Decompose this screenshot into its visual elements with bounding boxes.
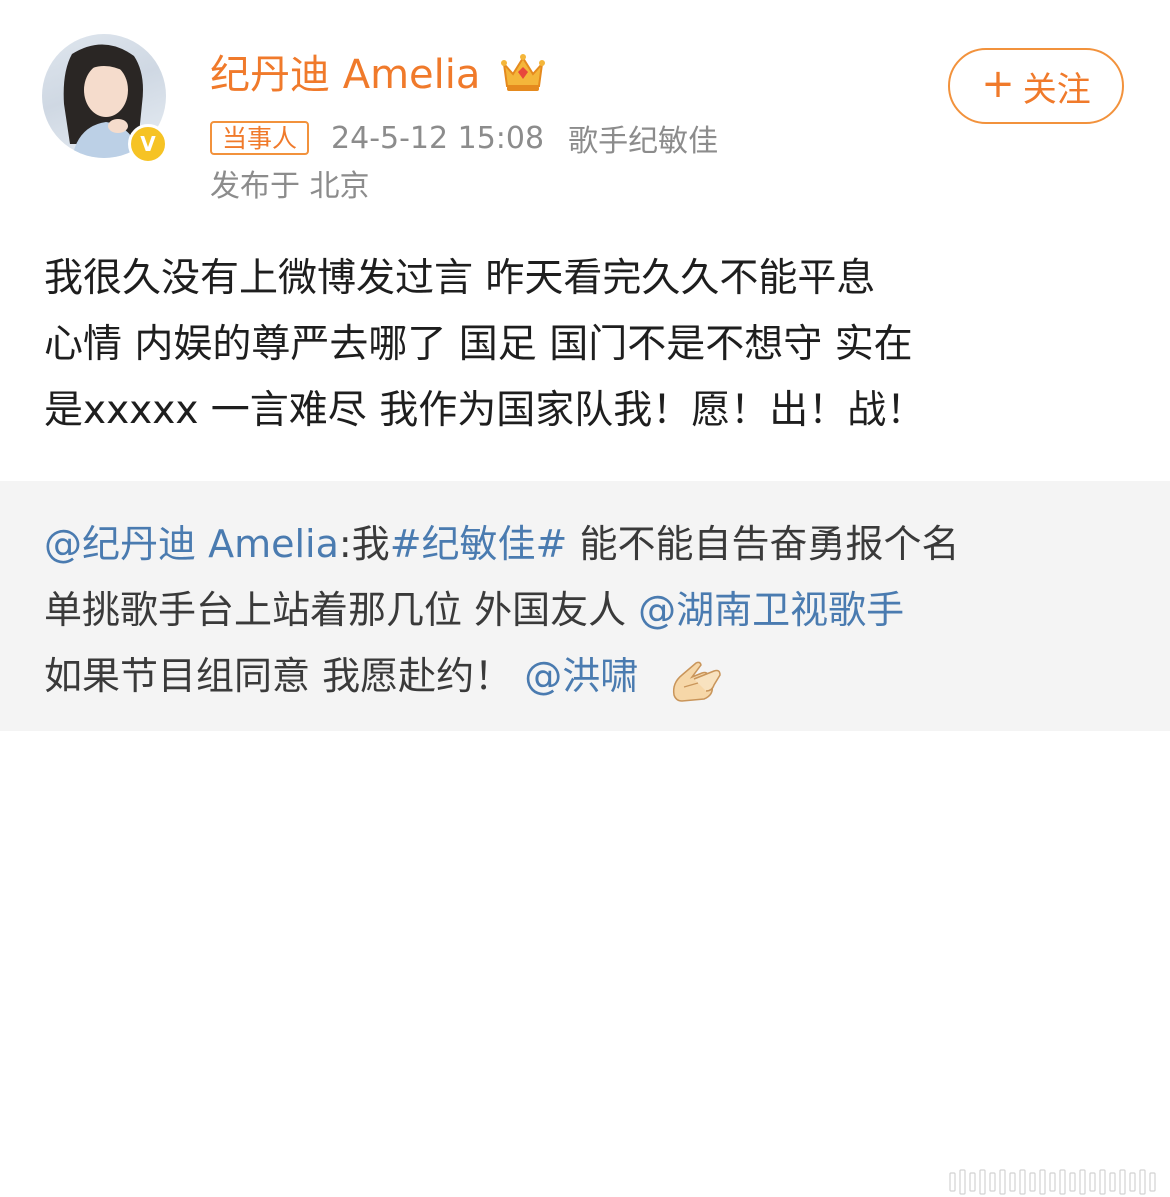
post-timestamp: 24-5-12 15:08 bbox=[331, 120, 545, 156]
post-content-line: 心情 内娱的尊严去哪了 国足 国门不是不想守 实在 bbox=[44, 322, 913, 367]
username[interactable]: 纪丹迪 Amelia bbox=[210, 46, 480, 104]
please-hands-emoji-icon bbox=[673, 661, 722, 702]
verified-v-badge-icon: V bbox=[128, 124, 168, 164]
post-location: 发布于 北京 bbox=[210, 169, 370, 204]
post-meta: 当事人 24-5-12 15:08 歌手纪敏佳 bbox=[210, 116, 718, 160]
crown-icon[interactable] bbox=[500, 52, 546, 94]
follow-label: 关注 bbox=[1022, 69, 1091, 110]
repost-text-segment: 单挑歌手台上站着那几位 外国友人 bbox=[44, 588, 639, 632]
post-content-line: 我很久没有上微博发过言 昨天看完久久不能平息 bbox=[44, 256, 876, 301]
watermark-icon bbox=[949, 1169, 1156, 1195]
mention-link[interactable]: @洪啸 bbox=[524, 654, 638, 698]
repost-line: @纪丹迪 Amelia:我#纪敏佳# 能不能自告奋勇报个名 bbox=[44, 511, 1134, 577]
post-content: 我很久没有上微博发过言 昨天看完久久不能平息 心情 内娱的尊严去哪了 国足 国门… bbox=[44, 246, 1134, 444]
repost-text-segment: 如果节目组同意 我愿赴约！ bbox=[44, 654, 513, 698]
party-tag: 当事人 bbox=[210, 121, 310, 155]
hashtag-link[interactable]: #纪敏佳# bbox=[390, 522, 568, 566]
reposted-original[interactable]: @纪丹迪 Amelia:我#纪敏佳# 能不能自告奋勇报个名 单挑歌手台上站着那几… bbox=[0, 481, 1170, 1195]
mention-link[interactable]: @纪丹迪 Amelia bbox=[44, 522, 339, 566]
repost-text-segment: 能不能自告奋勇报个名 bbox=[567, 522, 960, 566]
plus-icon: + bbox=[981, 61, 1015, 107]
repost-line: 单挑歌手台上站着那几位 外国友人 @湖南卫视歌手 bbox=[44, 577, 1134, 643]
repost-text-segment: :我 bbox=[338, 522, 390, 566]
post-source[interactable]: 歌手纪敏佳 bbox=[568, 116, 718, 160]
post-content-line: 是xxxxx 一言难尽 我作为国家队我！愿！出！战！ bbox=[44, 388, 926, 433]
weibo-post-card: V 纪丹迪 Amelia + 关注 当事人 24-5-12 15:08 歌手纪敏… bbox=[0, 0, 1170, 480]
follow-button[interactable]: + 关注 bbox=[948, 48, 1124, 124]
repost-line: 如果节目组同意 我愿赴约！ @洪啸 bbox=[44, 643, 1134, 709]
repost-text: @纪丹迪 Amelia:我#纪敏佳# 能不能自告奋勇报个名 单挑歌手台上站着那几… bbox=[44, 511, 1134, 709]
mention-link[interactable]: @湖南卫视歌手 bbox=[638, 588, 904, 632]
